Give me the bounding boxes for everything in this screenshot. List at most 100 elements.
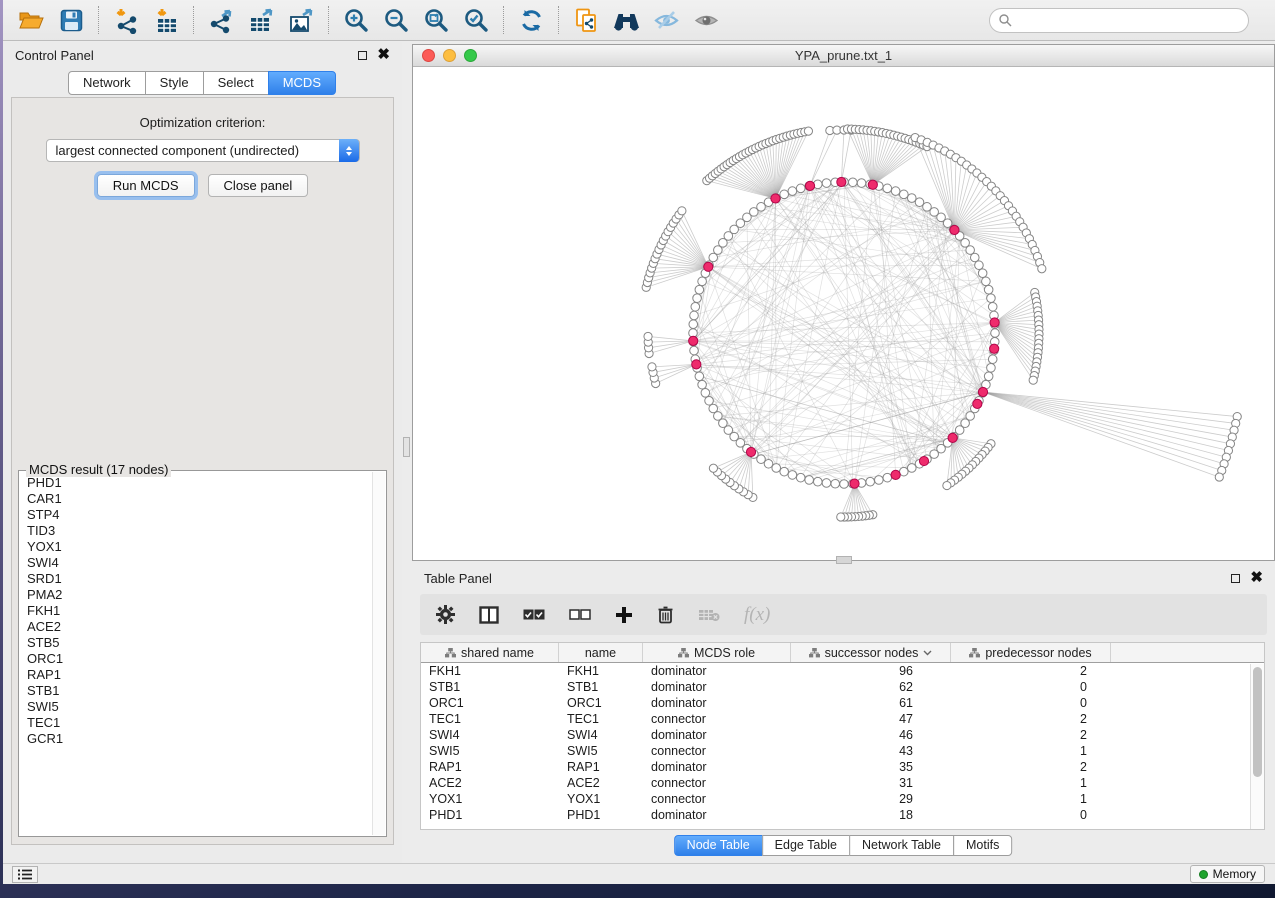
network-node[interactable] (691, 302, 700, 311)
close-window-icon[interactable] (422, 49, 435, 62)
network-node[interactable] (788, 187, 797, 196)
mcds-result-item[interactable]: STB5 (20, 635, 371, 651)
network-node[interactable] (709, 404, 718, 413)
deselect-all-checks-button[interactable] (569, 609, 591, 621)
mcds-result-item[interactable]: CAR1 (20, 491, 371, 507)
network-node[interactable] (695, 285, 704, 294)
network-node[interactable] (987, 294, 996, 303)
network-node[interactable] (780, 467, 789, 476)
dominator-node[interactable] (990, 318, 999, 327)
zoom-selected-button[interactable] (456, 4, 496, 36)
close-panel-icon[interactable]: ✖ (377, 50, 390, 60)
mcds-result-item[interactable]: SWI5 (20, 699, 371, 715)
network-node[interactable] (822, 179, 831, 188)
dominator-node[interactable] (771, 194, 780, 203)
column-header-MCDS-role[interactable]: MCDS role (643, 643, 791, 662)
export-network-button[interactable] (201, 4, 241, 36)
network-canvas[interactable] (413, 67, 1274, 560)
network-node[interactable] (991, 329, 1000, 338)
network-node[interactable] (891, 187, 900, 196)
network-node[interactable] (693, 294, 702, 303)
network-node[interactable] (875, 476, 884, 485)
add-column-button[interactable] (615, 606, 633, 624)
table-row[interactable]: TEC1TEC1connector472 (421, 711, 1264, 727)
network-node[interactable] (780, 190, 789, 199)
table-row[interactable]: ORC1ORC1dominator610 (421, 695, 1264, 711)
network-node[interactable] (1038, 265, 1046, 273)
tab-edge-table[interactable]: Edge Table (762, 835, 850, 856)
dominator-node[interactable] (973, 399, 982, 408)
network-node[interactable] (772, 464, 781, 473)
mcds-result-item[interactable]: STB1 (20, 683, 371, 699)
mcds-result-scrollbar[interactable] (372, 472, 385, 835)
refresh-view-button[interactable] (511, 4, 551, 36)
dominator-node[interactable] (891, 470, 900, 479)
mcds-result-item[interactable]: TEC1 (20, 715, 371, 731)
network-node[interactable] (690, 346, 699, 355)
mcds-result-item[interactable]: ACE2 (20, 619, 371, 635)
table-scrollbar[interactable] (1250, 664, 1264, 829)
dominator-node[interactable] (990, 344, 999, 353)
network-node[interactable] (709, 464, 717, 472)
mcds-result-item[interactable]: FKH1 (20, 603, 371, 619)
table-row[interactable]: SWI5SWI5connector431 (421, 743, 1264, 759)
column-header-name[interactable]: name (559, 643, 643, 662)
network-node[interactable] (984, 372, 993, 381)
network-node[interactable] (988, 355, 997, 364)
search-input[interactable] (1018, 13, 1240, 27)
run-mcds-button[interactable]: Run MCDS (97, 174, 195, 197)
memory-button[interactable]: Memory (1190, 865, 1265, 883)
tab-style[interactable]: Style (145, 71, 204, 95)
mcds-result-item[interactable]: TID3 (20, 523, 371, 539)
function-builder-button[interactable]: f(x) (744, 604, 770, 626)
dominator-node[interactable] (978, 387, 987, 396)
import-network-button[interactable] (106, 4, 146, 36)
network-window-titlebar[interactable]: YPA_prune.txt_1 (413, 45, 1274, 67)
zoom-fit-button[interactable] (416, 4, 456, 36)
mcds-result-item[interactable]: RAP1 (20, 667, 371, 683)
zoom-out-button[interactable] (376, 4, 416, 36)
table-row[interactable]: STB1STB1dominator620 (421, 679, 1264, 695)
network-node[interactable] (883, 184, 892, 193)
network-node[interactable] (796, 184, 805, 193)
minimize-window-icon[interactable] (443, 49, 456, 62)
tab-select[interactable]: Select (203, 71, 269, 95)
dominator-node[interactable] (837, 177, 846, 186)
export-table-button[interactable] (241, 4, 281, 36)
table-row[interactable]: YOX1YOX1connector291 (421, 791, 1264, 807)
dominator-node[interactable] (689, 336, 698, 345)
mcds-result-item[interactable]: GCR1 (20, 731, 371, 747)
mcds-result-item[interactable]: ORC1 (20, 651, 371, 667)
network-node[interactable] (788, 471, 797, 480)
network-node[interactable] (804, 127, 812, 135)
dominator-node[interactable] (850, 479, 859, 488)
network-node[interactable] (866, 477, 875, 486)
network-node[interactable] (831, 479, 840, 488)
tab-mcds[interactable]: MCDS (268, 71, 336, 95)
dominator-node[interactable] (746, 447, 755, 456)
table-row[interactable]: ACE2ACE2connector311 (421, 775, 1264, 791)
network-node[interactable] (857, 179, 866, 188)
network-node[interactable] (907, 464, 916, 473)
network-node[interactable] (705, 396, 714, 405)
dominator-node[interactable] (919, 456, 928, 465)
show-column-button[interactable] (479, 606, 499, 624)
network-node[interactable] (837, 513, 845, 521)
network-node[interactable] (813, 477, 822, 486)
network-node[interactable] (900, 190, 909, 199)
mcds-result-item[interactable]: PMA2 (20, 587, 371, 603)
criterion-dropdown[interactable]: largest connected component (undirected) (46, 139, 360, 162)
float-panel-icon[interactable] (1231, 574, 1240, 583)
network-node[interactable] (984, 285, 993, 294)
network-node[interactable] (978, 269, 987, 278)
network-node[interactable] (796, 473, 805, 482)
zoom-in-button[interactable] (336, 4, 376, 36)
mcds-result-item[interactable]: SRD1 (20, 571, 371, 587)
network-node[interactable] (1215, 473, 1223, 481)
dominator-node[interactable] (950, 225, 959, 234)
network-node[interactable] (988, 302, 997, 311)
table-scrollbar-thumb[interactable] (1253, 667, 1262, 777)
network-node[interactable] (689, 320, 698, 329)
mcds-result-item[interactable]: SWI4 (20, 555, 371, 571)
hide-selected-button[interactable] (646, 4, 686, 36)
